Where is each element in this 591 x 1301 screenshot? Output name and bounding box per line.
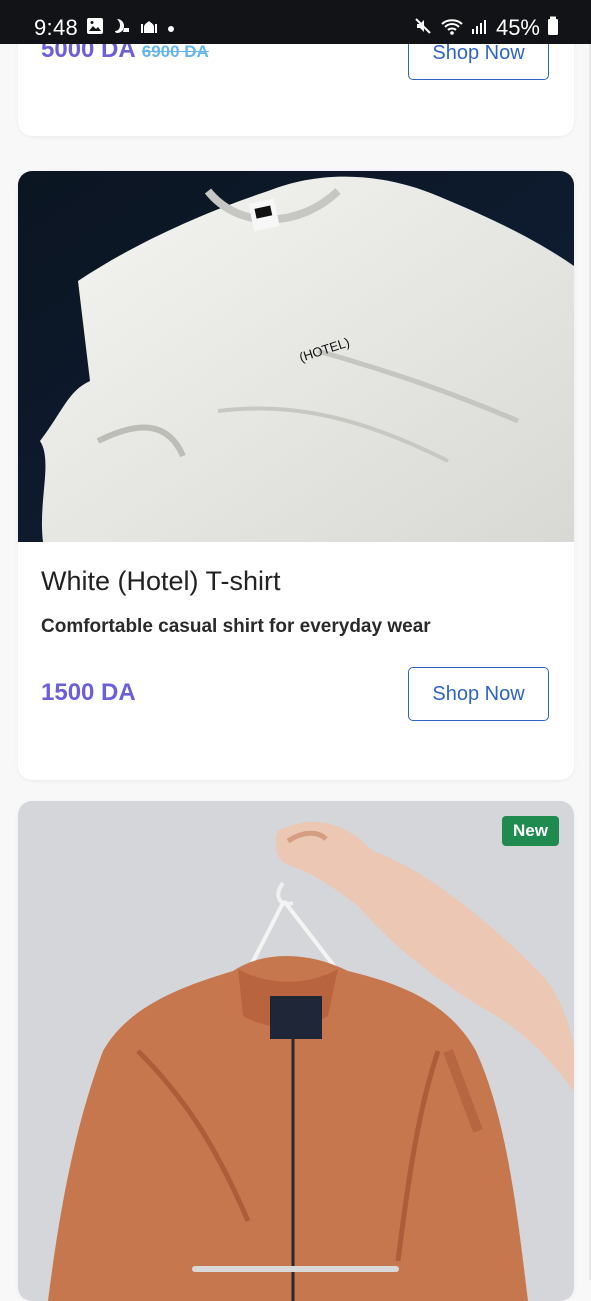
mosque-icon <box>140 17 158 40</box>
home-indicator[interactable] <box>192 1266 399 1272</box>
white-tshirt-image[interactable]: (HOTEL) <box>18 171 574 542</box>
dot-icon <box>167 20 175 38</box>
shop-now-button[interactable]: Shop Now <box>408 667 549 721</box>
jacket-image[interactable] <box>18 801 574 1301</box>
product-price: 1500 DA <box>41 679 136 706</box>
old-price: 6900 DA <box>141 42 209 61</box>
product-card-white-hotel-tshirt: (HOTEL) White (Hotel) T-shirt Comfortabl… <box>18 171 574 780</box>
status-time: 9:48 <box>34 15 79 40</box>
status-left-icons <box>86 17 175 40</box>
battery-icon <box>547 16 559 41</box>
gallery-icon <box>86 17 104 40</box>
sleep-icon <box>113 17 131 40</box>
mute-icon <box>413 16 433 41</box>
product-title: White (Hotel) T-shirt <box>41 566 281 596</box>
wifi-icon <box>440 16 464 41</box>
new-badge: New <box>502 816 559 846</box>
signal-icon <box>471 17 489 40</box>
status-right: 45% <box>413 15 559 41</box>
battery-percent: 45% <box>495 15 540 40</box>
status-bar: 9:48 45% <box>0 0 591 44</box>
product-card-jacket: New <box>18 801 574 1301</box>
product-description: Comfortable casual shirt for everyday we… <box>41 616 431 637</box>
